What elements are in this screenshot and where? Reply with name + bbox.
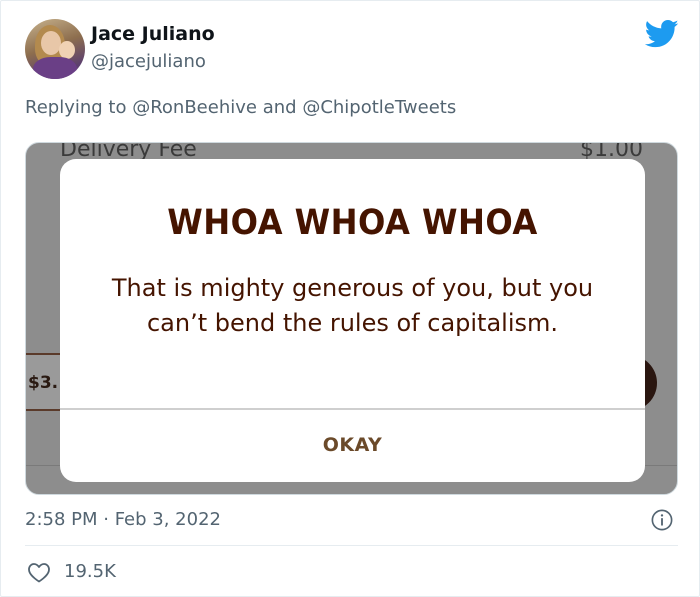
twitter-bird-icon[interactable]: [645, 19, 679, 49]
dialog-message: That is mighty generous of you, but you …: [111, 274, 594, 337]
tweet-card: Jace Juliano @jacejuliano Replying to @R…: [0, 0, 700, 597]
reply-mention-chipotle[interactable]: @ChipotleTweets: [302, 97, 456, 118]
okay-button[interactable]: OKAY: [60, 410, 645, 482]
author-name[interactable]: Jace Juliano: [91, 23, 215, 45]
tweet-timestamp[interactable]: 2:58 PM · Feb 3, 2022: [25, 509, 221, 530]
dialog-title: WHOA WHOA WHOA: [167, 203, 538, 243]
like-count: 19.5K: [64, 561, 116, 582]
tweet-divider: [25, 545, 678, 546]
heart-icon[interactable]: [27, 561, 51, 583]
background-tip-box: $3.: [26, 353, 64, 411]
info-icon[interactable]: [651, 509, 673, 531]
reply-joiner: and: [262, 97, 297, 118]
avatar[interactable]: [25, 19, 85, 79]
reply-prefix: Replying to: [25, 97, 127, 118]
tweet-image[interactable]: Delivery Fee $1.00 $3. WHOA WHOA WHOA Th…: [25, 142, 678, 495]
reply-mention-ronbeehive[interactable]: @RonBeehive: [132, 97, 257, 118]
alert-dialog: WHOA WHOA WHOA That is mighty generous o…: [60, 159, 645, 482]
author-handle[interactable]: @jacejuliano: [91, 51, 206, 72]
reply-context: Replying to @RonBeehive and @ChipotleTwe…: [25, 97, 456, 118]
